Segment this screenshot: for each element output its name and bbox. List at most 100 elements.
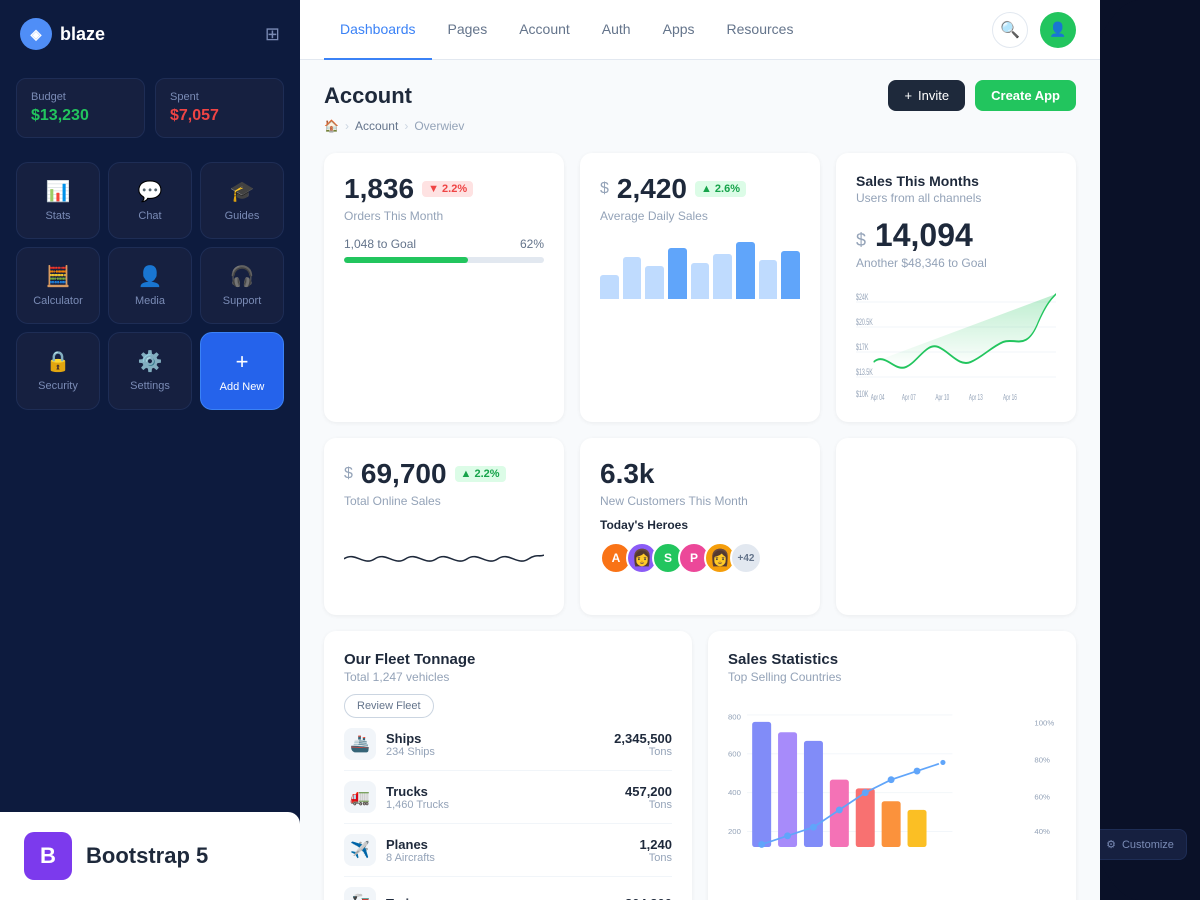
online-sales-value: $ 69,700 ▲ 2.2% <box>344 458 544 490</box>
fleet-item-trains: 🚂 Trains 804,300 <box>344 877 672 900</box>
budget-value: $13,230 <box>31 107 130 125</box>
top-nav-links: Dashboards Pages Account Auth Apps Resou… <box>324 0 809 60</box>
stats-grid: 1,836 ▼ 2.2% Orders This Month 1,048 to … <box>324 153 1076 422</box>
nav-grid: 📊 Stats 💬 Chat 🎓 Guides 🧮 Calculator 👤 M… <box>0 154 300 418</box>
sidebar-item-label: Stats <box>45 210 70 222</box>
sidebar-item-support[interactable]: 🎧 Support <box>200 247 284 324</box>
tab-auth[interactable]: Auth <box>586 0 647 60</box>
sidebar-item-guides[interactable]: 🎓 Guides <box>200 162 284 239</box>
wave-chart <box>344 520 544 595</box>
sidebar-item-label: Chat <box>138 210 161 222</box>
progress-row: 1,048 to Goal 62% <box>344 237 544 251</box>
budget-label: Budget <box>31 91 130 103</box>
breadcrumb: 🏠 › Account › Overwiev <box>324 119 1076 133</box>
sidebar-item-chat[interactable]: 💬 Chat <box>108 162 192 239</box>
daily-sales-value: $ 2,420 ▲ 2.6% <box>600 173 800 205</box>
support-icon: 🎧 <box>230 264 255 289</box>
chat-icon: 💬 <box>138 179 163 204</box>
svg-text:80%: 80% <box>1034 755 1050 764</box>
search-button[interactable]: 🔍 <box>992 12 1028 48</box>
sidebar-item-stats[interactable]: 📊 Stats <box>16 162 100 239</box>
stats-icon: 📊 <box>46 179 71 204</box>
sidebar-item-add-new[interactable]: + Add New <box>200 332 284 410</box>
sales-subtitle: Users from all channels <box>856 191 1056 205</box>
tab-apps[interactable]: Apps <box>647 0 711 60</box>
svg-text:$20.5K: $20.5K <box>856 316 873 327</box>
orders-value: 1,836 ▼ 2.2% <box>344 173 544 205</box>
svg-text:$24K: $24K <box>856 291 868 302</box>
sales-stats-title: Sales Statistics <box>728 651 1056 668</box>
svg-text:800: 800 <box>728 712 741 721</box>
bar <box>781 251 800 299</box>
sidebar-item-calculator[interactable]: 🧮 Calculator <box>16 247 100 324</box>
page-content: Account + Invite Create App 🏠 › Account … <box>300 60 1100 900</box>
orders-label: Orders This Month <box>344 209 544 223</box>
tab-pages[interactable]: Pages <box>432 0 504 60</box>
progress-fill <box>344 257 468 263</box>
ship-icon: 🚢 <box>344 728 376 760</box>
svg-text:600: 600 <box>728 749 741 758</box>
customize-button[interactable]: ⚙ Customize <box>1100 829 1187 860</box>
spent-label: Spent <box>170 91 269 103</box>
svg-text:400: 400 <box>728 788 741 797</box>
progress-pct: 62% <box>520 237 544 251</box>
daily-sales-label: Average Daily Sales <box>600 209 800 223</box>
orders-badge: ▼ 2.2% <box>422 181 473 197</box>
svg-text:Apr 04: Apr 04 <box>871 394 885 402</box>
fleet-card: Our Fleet Tonnage Total 1,247 vehicles R… <box>324 631 692 900</box>
sidebar-item-settings[interactable]: ⚙️ Settings <box>108 332 192 410</box>
svg-text:60%: 60% <box>1034 793 1050 802</box>
svg-text:$10K: $10K <box>856 388 868 399</box>
bootstrap-text: Bootstrap 5 <box>86 843 208 869</box>
progress-label: 1,048 to Goal <box>344 237 416 251</box>
review-fleet-button[interactable]: Review Fleet <box>344 694 434 718</box>
new-customers-card: 6.3k New Customers This Month Today's He… <box>580 438 820 615</box>
page-title: Account <box>324 83 412 109</box>
bar <box>645 266 664 299</box>
breadcrumb-account[interactable]: Account <box>355 119 398 133</box>
budget-cards: Budget $13,230 Spent $7,057 <box>0 68 300 154</box>
new-customers-label: New Customers This Month <box>600 494 800 508</box>
svg-text:Apr 07: Apr 07 <box>902 394 916 402</box>
sidebar-item-security[interactable]: 🔒 Security <box>16 332 100 410</box>
sidebar-item-label: Security <box>38 380 78 392</box>
tab-resources[interactable]: Resources <box>711 0 810 60</box>
breadcrumb-current: Overwiev <box>414 119 464 133</box>
top-nav-right: 🔍 👤 <box>992 12 1076 48</box>
breadcrumb-home-icon[interactable]: 🏠 <box>324 119 339 133</box>
create-app-button[interactable]: Create App <box>975 80 1076 111</box>
sales-stats-chart: 800 600 400 200 <box>728 694 1056 879</box>
svg-text:Apr 13: Apr 13 <box>969 394 983 402</box>
svg-text:40%: 40% <box>1034 827 1050 836</box>
fleet-list: 🚢 Ships 234 Ships 2,345,500 Tons <box>344 718 672 900</box>
menu-icon[interactable]: ⊞ <box>265 24 280 45</box>
plane-icon: ✈️ <box>344 834 376 866</box>
user-avatar[interactable]: 👤 <box>1040 12 1076 48</box>
heroes-count: +42 <box>730 542 762 574</box>
svg-text:Apr 16: Apr 16 <box>1003 394 1017 402</box>
sidebar-item-label: Guides <box>225 210 260 222</box>
orders-card: 1,836 ▼ 2.2% Orders This Month 1,048 to … <box>324 153 564 422</box>
budget-card: Budget $13,230 <box>16 78 145 138</box>
tab-dashboards[interactable]: Dashboards <box>324 0 432 60</box>
today-heroes-section: Today's Heroes A 👩 S P 👩 +42 <box>600 518 800 574</box>
truck-icon: 🚛 <box>344 781 376 813</box>
bar <box>623 257 642 299</box>
sidebar-item-label: Settings <box>130 380 170 392</box>
svg-text:Apr 10: Apr 10 <box>935 394 949 402</box>
sales-month-card: Sales This Months Users from all channel… <box>836 153 1076 422</box>
sidebar-item-label: Calculator <box>33 295 83 307</box>
main-panel: Dashboards Pages Account Auth Apps Resou… <box>300 0 1100 900</box>
add-icon: + <box>236 349 249 375</box>
daily-sales-card: $ 2,420 ▲ 2.6% Average Daily Sales <box>580 153 820 422</box>
new-customers-value: 6.3k <box>600 458 800 490</box>
sidebar-item-label: Support <box>223 295 262 307</box>
tab-account[interactable]: Account <box>503 0 586 60</box>
progress-bar <box>344 257 544 263</box>
bar <box>600 275 619 299</box>
heroes-avatars: A 👩 S P 👩 +42 <box>600 542 800 574</box>
online-sales-label: Total Online Sales <box>344 494 544 508</box>
sidebar-item-media[interactable]: 👤 Media <box>108 247 192 324</box>
invite-button[interactable]: + Invite <box>888 80 965 111</box>
fleet-item-trucks: 🚛 Trucks 1,460 Trucks 457,200 Tons <box>344 771 672 824</box>
